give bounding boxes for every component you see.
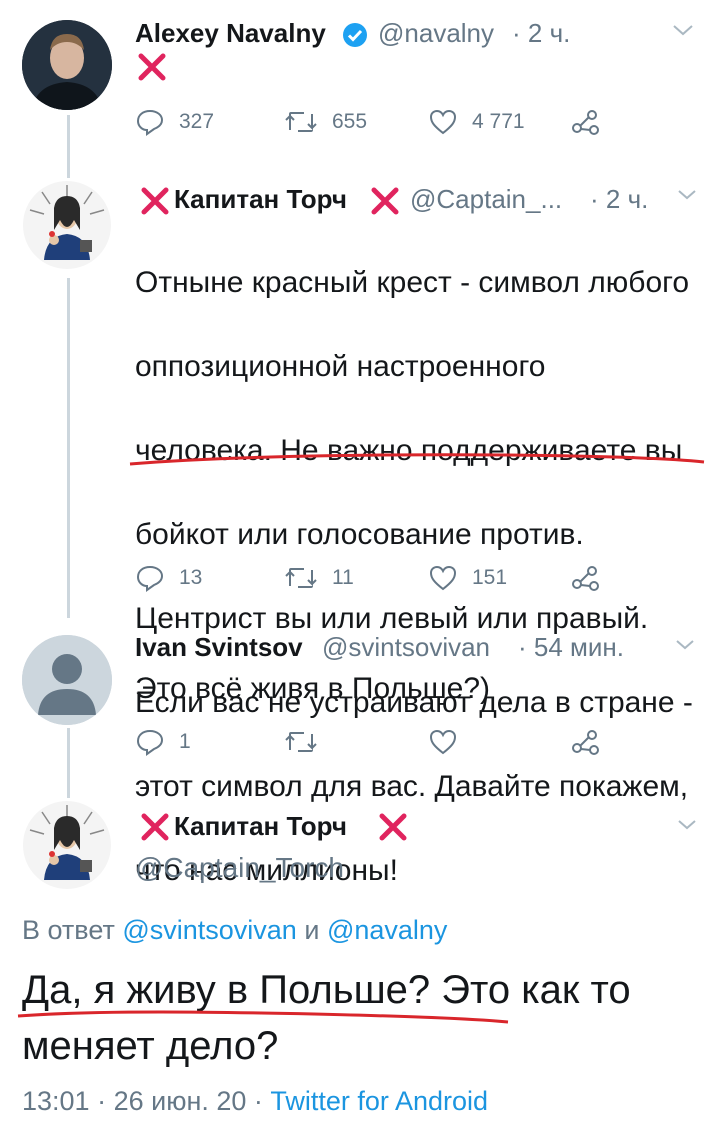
reply-icon bbox=[136, 109, 164, 136]
retweet-button[interactable]: 11 bbox=[284, 564, 354, 592]
share-icon bbox=[572, 730, 599, 755]
like-icon bbox=[429, 109, 457, 135]
thread-line-1 bbox=[67, 115, 70, 178]
tweet-line: бойкот или голосование против. bbox=[135, 518, 584, 551]
avatar[interactable] bbox=[22, 800, 112, 890]
like-icon bbox=[429, 729, 457, 755]
retweet-icon bbox=[285, 112, 317, 132]
avatar[interactable] bbox=[22, 635, 112, 725]
author-handle[interactable]: @svintsovivan bbox=[322, 632, 490, 663]
share-icon bbox=[572, 110, 599, 135]
author-name[interactable]: Капитан Торч bbox=[174, 184, 347, 215]
chevron-down-icon[interactable] bbox=[670, 22, 696, 43]
avatar[interactable] bbox=[22, 180, 112, 270]
reply-count: 1 bbox=[179, 730, 191, 753]
verified-badge-icon bbox=[342, 22, 368, 53]
tweet-line: оппозиционной настроенного bbox=[135, 350, 546, 383]
like-button[interactable]: 151 bbox=[428, 564, 507, 592]
like-count: 4 771 bbox=[472, 110, 525, 133]
tweet-time: 13:01 bbox=[22, 1086, 90, 1116]
author-name[interactable]: Ivan Svintsov bbox=[135, 632, 303, 663]
tweet-line: Отныне красный крест - символ любого bbox=[135, 266, 690, 299]
reply-button[interactable]: 1 bbox=[135, 728, 191, 756]
like-count: 151 bbox=[472, 566, 508, 589]
like-button[interactable]: 4 771 bbox=[428, 108, 525, 136]
share-button[interactable] bbox=[570, 108, 614, 136]
chevron-down-icon[interactable] bbox=[676, 818, 698, 837]
reply-user-link[interactable]: @svintsovivan bbox=[122, 915, 296, 945]
reply-prefix: В ответ bbox=[22, 915, 115, 945]
like-button[interactable] bbox=[428, 728, 472, 756]
red-cross-icon bbox=[140, 812, 170, 847]
author-name[interactable]: Alexey Navalny bbox=[135, 18, 326, 48]
avatar[interactable] bbox=[22, 20, 112, 110]
retweet-count: 655 bbox=[332, 110, 368, 133]
chevron-down-icon[interactable] bbox=[674, 638, 696, 657]
share-button[interactable] bbox=[570, 728, 614, 756]
retweet-icon bbox=[285, 732, 317, 752]
author-handle[interactable]: @Captain_Torch bbox=[135, 852, 344, 884]
reply-count: 13 bbox=[179, 566, 203, 589]
retweet-icon bbox=[285, 568, 317, 588]
thread-line-3 bbox=[67, 728, 70, 798]
like-icon bbox=[429, 565, 457, 591]
retweet-button[interactable] bbox=[284, 728, 332, 756]
red-cross-icon bbox=[140, 186, 170, 221]
share-button[interactable] bbox=[570, 564, 614, 592]
reply-icon bbox=[136, 729, 164, 756]
red-cross-icon bbox=[378, 812, 408, 847]
reply-user-link[interactable]: @navalny bbox=[327, 915, 447, 945]
tweet-client-link[interactable]: Twitter for Android bbox=[270, 1086, 488, 1116]
tweet-text: Это всё живя в Польше?) bbox=[135, 672, 491, 705]
tweet-date: · 26 июн. 20 · bbox=[97, 1086, 263, 1116]
red-cross-icon bbox=[370, 186, 400, 221]
reply-count: 327 bbox=[179, 110, 215, 133]
tweet-time[interactable]: · 54 мин. bbox=[518, 632, 624, 663]
chevron-down-icon[interactable] bbox=[676, 188, 698, 207]
red-cross-icon bbox=[137, 52, 167, 87]
tweet-line: этот символ для вас. Давайте покажем, bbox=[135, 770, 689, 803]
share-icon bbox=[572, 566, 599, 591]
red-underline bbox=[129, 453, 705, 466]
retweet-button[interactable]: 655 bbox=[284, 108, 367, 136]
tweet-time[interactable]: · 2 ч. bbox=[590, 184, 648, 215]
reply-and: и bbox=[304, 915, 320, 945]
red-underline bbox=[17, 1010, 509, 1024]
retweet-count: 11 bbox=[332, 566, 354, 589]
tweet-meta: 13:01 · 26 июн. 20 · Twitter for Android bbox=[22, 1086, 488, 1117]
reply-icon bbox=[136, 565, 164, 592]
author-handle[interactable]: @navalny bbox=[378, 18, 494, 49]
author-name[interactable]: Капитан Торч bbox=[174, 811, 347, 842]
thread-line-2 bbox=[67, 278, 70, 618]
reply-button[interactable]: 13 bbox=[135, 564, 202, 592]
reply-context: В ответ @svintsovivan и @navalny bbox=[22, 915, 447, 946]
tweet-time[interactable]: · 2 ч. bbox=[512, 18, 570, 49]
reply-button[interactable]: 327 bbox=[135, 108, 214, 136]
author-handle[interactable]: @Captain_... bbox=[410, 184, 562, 215]
